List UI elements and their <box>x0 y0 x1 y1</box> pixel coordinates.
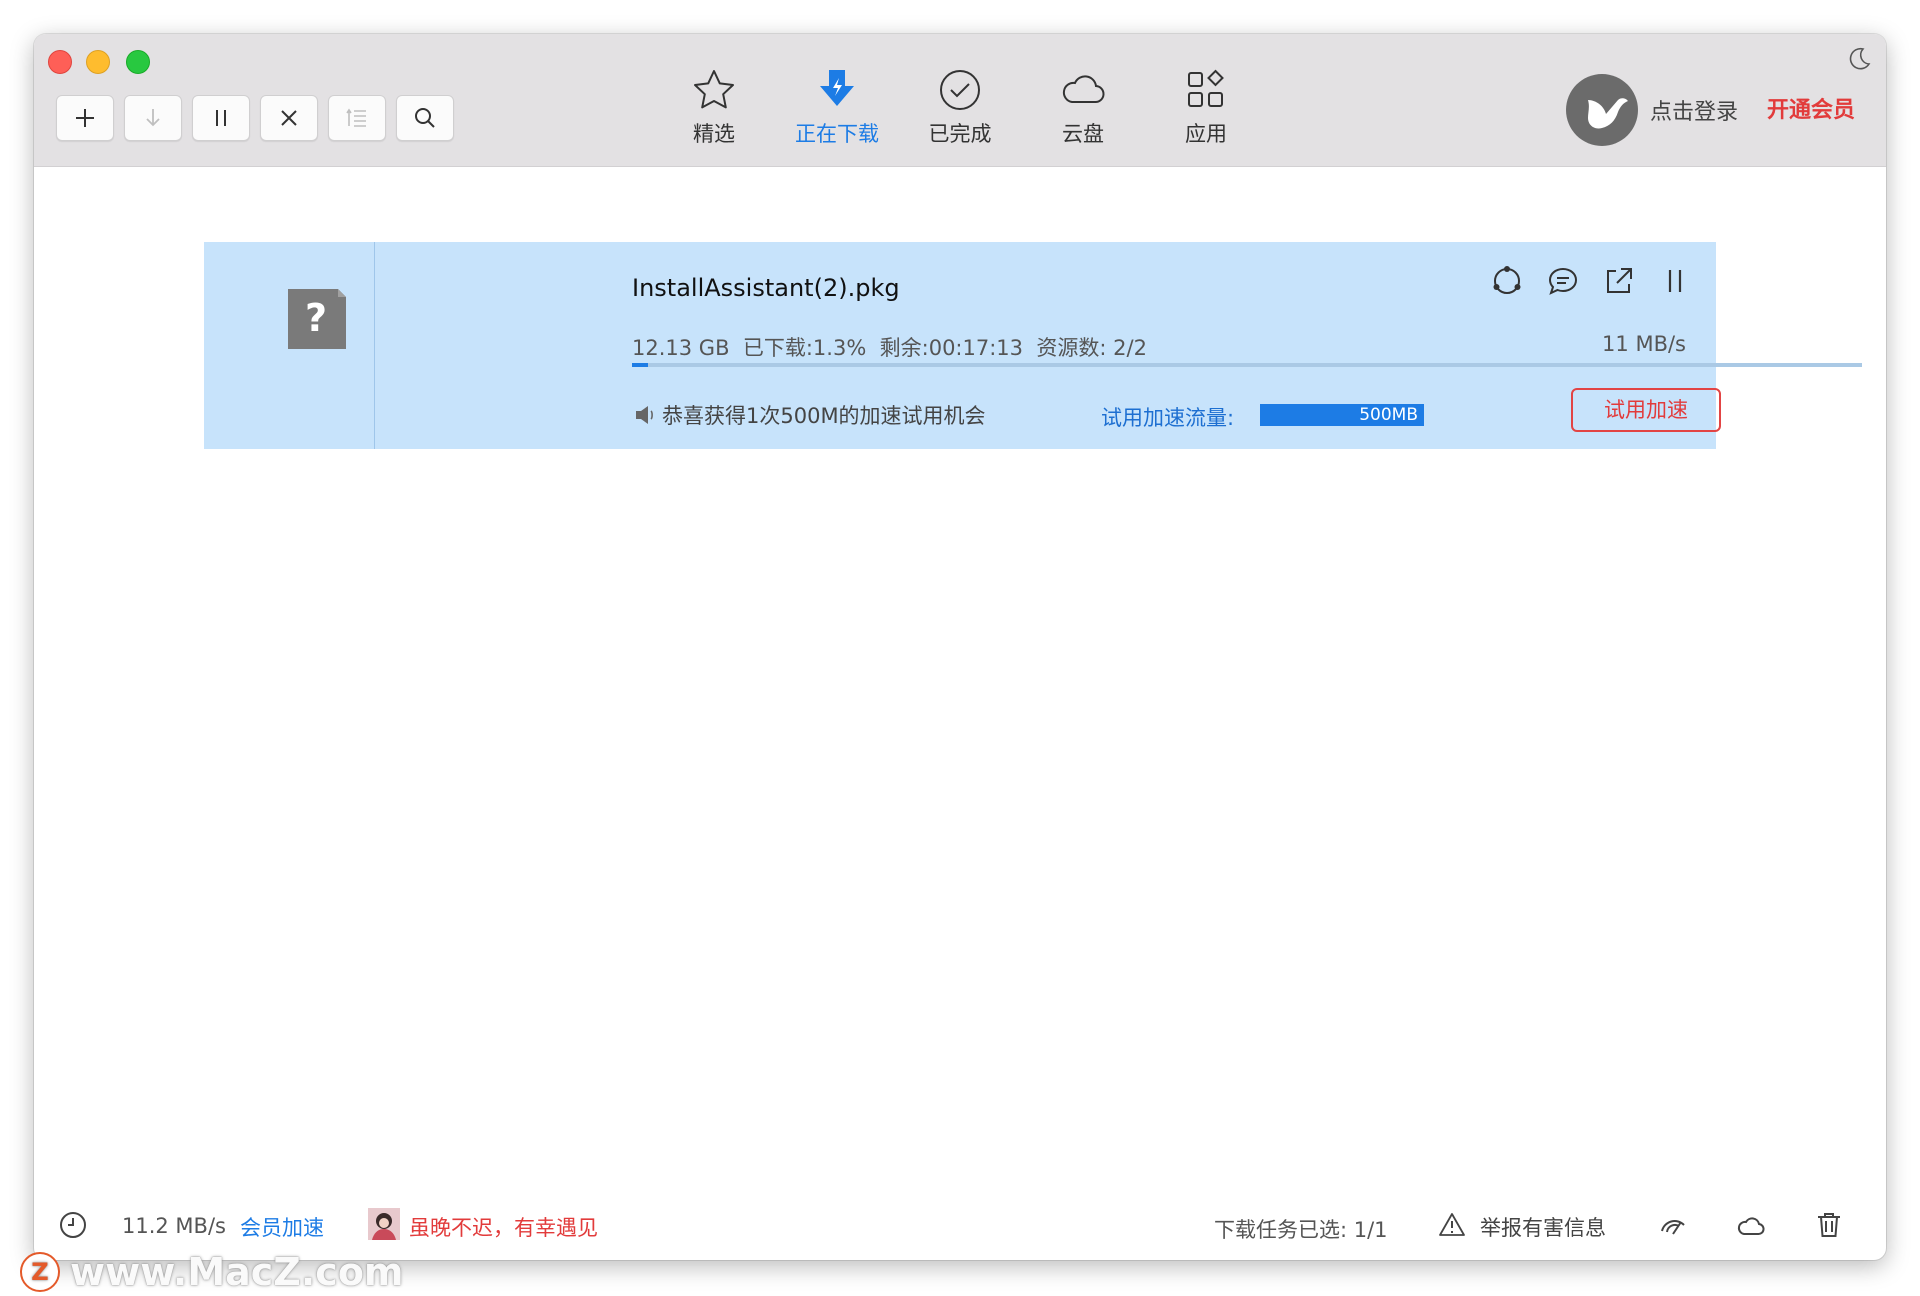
tab-label: 云盘 <box>1062 122 1104 146</box>
pause-button[interactable] <box>192 95 250 141</box>
moon-icon[interactable] <box>1846 46 1872 72</box>
trial-traffic-bar: 500MB <box>1260 404 1424 426</box>
minimize-window-button[interactable] <box>86 50 110 74</box>
avatar[interactable] <box>1566 74 1638 146</box>
bird-logo-icon <box>1588 98 1628 129</box>
new-task-button[interactable] <box>56 95 114 141</box>
status-bar: 11.2 MB/s 会员加速 虽晚不迟，有幸遇见 下载任务已选: 1/1 举报有… <box>34 1196 1886 1252</box>
promo-text: 恭喜获得1次500M的加速试用机会 <box>662 404 986 428</box>
report-link[interactable]: 举报有害信息 <box>1480 1212 1606 1242</box>
download-item[interactable]: ? InstallAssistant(2).pkg 12.13 GB 已下载:1… <box>204 242 1862 449</box>
list-sort-icon <box>346 108 366 127</box>
zoom-window-button[interactable] <box>126 50 150 74</box>
source-count: 资源数: 2/2 <box>1036 336 1147 360</box>
plus-icon <box>76 109 94 127</box>
trial-accelerate-button[interactable]: 试用加速 <box>1571 388 1721 432</box>
ad-text[interactable]: 虽晚不迟，有幸遇见 <box>409 1212 598 1242</box>
apps-icon <box>1188 69 1224 107</box>
warning-icon <box>1439 1213 1465 1236</box>
download-bolt-icon <box>820 70 854 106</box>
sort-button[interactable] <box>328 95 386 141</box>
tab-label: 精选 <box>693 122 735 146</box>
tab-downloading[interactable]: 正在下载 <box>782 66 892 156</box>
item-actions <box>1490 264 1692 298</box>
watermark-text: www.MacZ.com <box>70 1250 404 1294</box>
download-arrow-icon <box>146 109 160 127</box>
tab-label: 已完成 <box>928 122 992 146</box>
close-window-button[interactable] <box>48 50 72 74</box>
tab-label: 正在下载 <box>795 122 879 146</box>
progress-bar <box>632 363 1862 367</box>
trash-icon[interactable] <box>1814 1210 1844 1240</box>
file-name: InstallAssistant(2).pkg <box>632 274 900 302</box>
open-external-icon[interactable] <box>1602 264 1636 298</box>
total-speed: 11.2 MB/s <box>122 1214 226 1238</box>
pause-icon <box>216 110 226 126</box>
search-button[interactable] <box>396 95 454 141</box>
tab-label: 应用 <box>1185 122 1227 146</box>
speaker-icon <box>636 406 653 424</box>
tab-completed[interactable]: 已完成 <box>905 66 1015 156</box>
login-link[interactable]: 点击登录 <box>1650 94 1738 126</box>
pause-icon[interactable] <box>1658 264 1692 298</box>
app-window: 精选 正在下载 已完成 云盘 应用 点击登录 开通会员 ? InstallAss… <box>34 34 1886 1260</box>
star-icon <box>694 70 734 109</box>
selected-count: 下载任务已选: 1/1 <box>1214 1218 1388 1242</box>
tab-apps[interactable]: 应用 <box>1151 66 1261 156</box>
file-size: 12.13 GB <box>632 336 730 360</box>
comment-icon[interactable] <box>1546 264 1580 298</box>
vip-link[interactable]: 开通会员 <box>1767 92 1855 124</box>
start-button[interactable] <box>124 95 182 141</box>
macz-logo: Z <box>20 1252 60 1292</box>
vip-speed-link[interactable]: 会员加速 <box>240 1212 324 1242</box>
tab-cloud[interactable]: 云盘 <box>1028 66 1138 156</box>
tab-featured[interactable]: 精选 <box>659 66 769 156</box>
trial-traffic-label: 试用加速流量: <box>1101 406 1235 430</box>
delete-button[interactable] <box>260 95 318 141</box>
progress-fill <box>632 363 648 367</box>
svg-text:?: ? <box>305 296 327 340</box>
downloaded-percent: 已下载:1.3% <box>742 336 867 360</box>
item-divider <box>374 242 375 449</box>
check-circle-icon <box>940 70 980 110</box>
ad-thumbnail[interactable] <box>368 1208 400 1240</box>
unknown-file-icon: ? <box>288 289 346 349</box>
remaining-time: 剩余:00:17:13 <box>879 336 1024 360</box>
watermark: Z www.MacZ.com <box>20 1250 404 1294</box>
toolbar: 精选 正在下载 已完成 云盘 应用 点击登录 开通会员 <box>34 34 1886 167</box>
cloud-icon <box>1062 75 1105 103</box>
download-speed: 11 MB/s <box>1602 332 1686 356</box>
clock-icon[interactable] <box>58 1210 88 1240</box>
share-icon[interactable] <box>1490 264 1524 298</box>
promo-message: 恭喜获得1次500M的加速试用机会 <box>632 400 986 430</box>
download-meta: 12.13 GB 已下载:1.3% 剩余:00:17:13 资源数: 2/2 <box>632 332 1147 362</box>
cloud-sync-icon[interactable] <box>1736 1210 1766 1240</box>
speed-limit-icon[interactable] <box>1658 1210 1688 1240</box>
close-icon <box>281 110 297 126</box>
search-icon <box>415 108 435 128</box>
